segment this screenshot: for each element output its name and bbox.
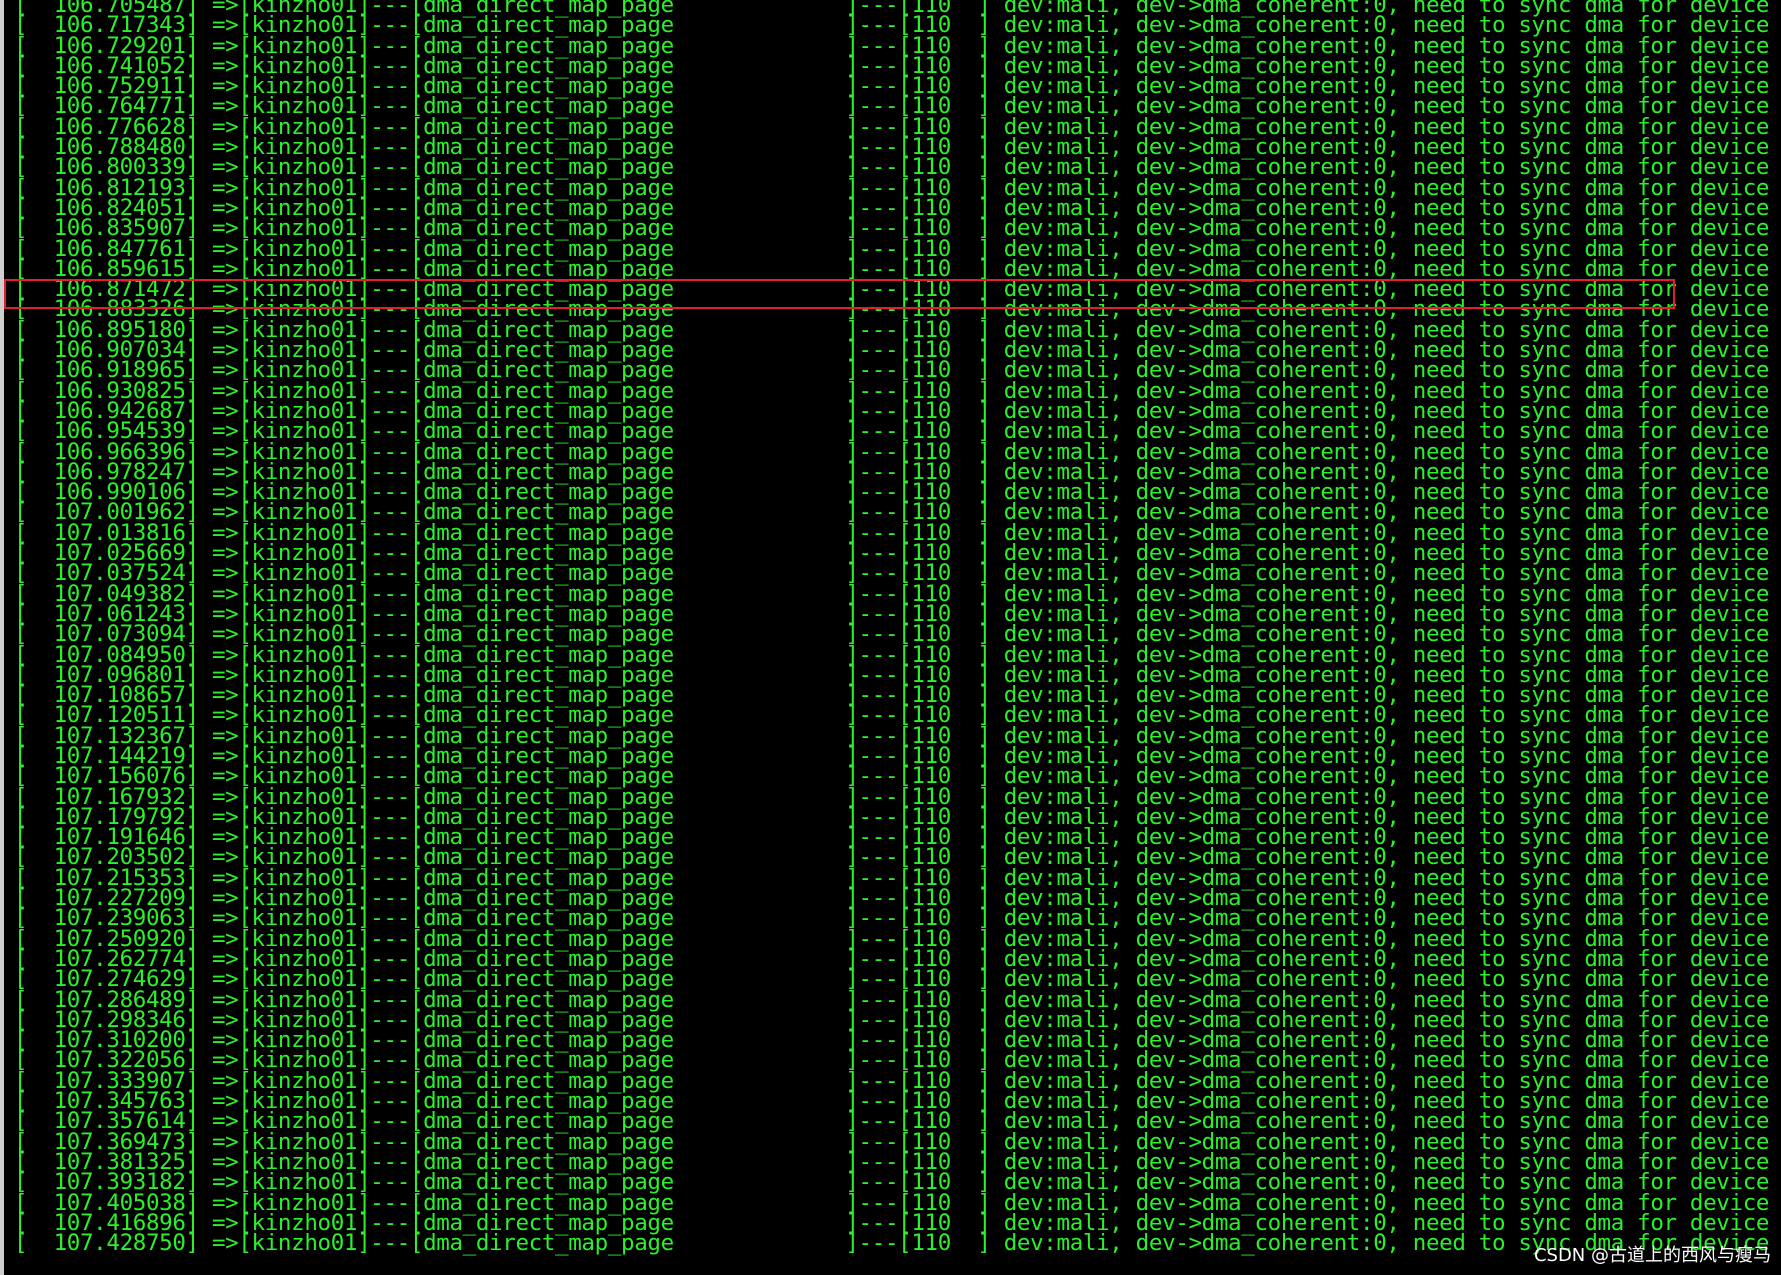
log-line-text: [ 107.428750] =>[kinzho01]---[dma_direct… [14, 1230, 1770, 1257]
terminal-window[interactable]: [ 106.705487] =>[kinzho01]---[dma_direct… [0, 0, 1781, 1275]
window-left-border [0, 0, 4, 1275]
watermark: CSDN @古道上的西风与瘦马 [1533, 1245, 1771, 1266]
log-line: [ 107.428750] =>[kinzho01]---[dma_direct… [14, 1230, 1770, 1257]
kernel-log-output[interactable]: [ 106.705487] =>[kinzho01]---[dma_direct… [14, 0, 1770, 1257]
